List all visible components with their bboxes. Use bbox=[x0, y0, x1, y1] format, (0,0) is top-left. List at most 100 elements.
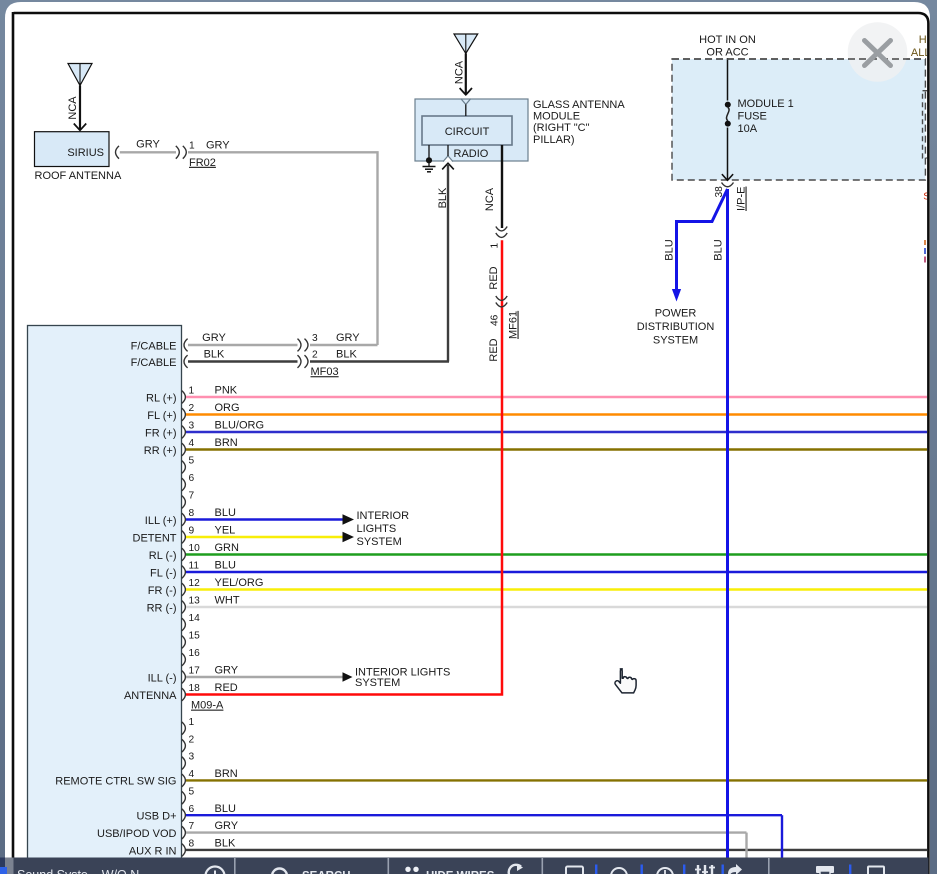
svg-text:GRY: GRY bbox=[215, 820, 239, 832]
svg-text:4: 4 bbox=[189, 438, 195, 449]
svg-text:10A: 10A bbox=[738, 123, 758, 135]
svg-text:GRY: GRY bbox=[202, 332, 226, 344]
svg-text:ILL (+): ILL (+) bbox=[145, 515, 177, 527]
svg-text:6: 6 bbox=[189, 804, 195, 815]
svg-text:NCA: NCA bbox=[484, 187, 496, 211]
svg-text:F/CABLE: F/CABLE bbox=[131, 357, 177, 369]
svg-text:NCA: NCA bbox=[67, 96, 79, 120]
svg-text:RR (-): RR (-) bbox=[147, 602, 177, 614]
svg-text:GRY: GRY bbox=[336, 332, 360, 344]
svg-text:LIGHTS: LIGHTS bbox=[357, 523, 397, 535]
svg-text:Sound Syste... W/O N...: Sound Syste... W/O N... bbox=[17, 868, 150, 874]
svg-text:SYSTEM: SYSTEM bbox=[357, 536, 402, 548]
svg-text:3: 3 bbox=[312, 333, 318, 344]
svg-text:YEL/ORG: YEL/ORG bbox=[215, 577, 264, 589]
svg-text:8: 8 bbox=[189, 508, 195, 519]
svg-text:(RIGHT "C": (RIGHT "C" bbox=[533, 122, 590, 134]
svg-text:GRY: GRY bbox=[136, 139, 160, 151]
svg-text:GRY: GRY bbox=[206, 140, 230, 152]
svg-text:USB/IPOD VOD: USB/IPOD VOD bbox=[97, 828, 177, 840]
svg-text:DISTRIBUTION: DISTRIBUTION bbox=[637, 321, 715, 333]
svg-text:8: 8 bbox=[189, 839, 195, 850]
svg-text:BLK: BLK bbox=[204, 348, 225, 360]
svg-text:YEL: YEL bbox=[215, 525, 236, 537]
svg-text:18: 18 bbox=[189, 683, 201, 694]
svg-text:5: 5 bbox=[189, 456, 195, 467]
svg-text:PILLAR): PILLAR) bbox=[533, 134, 575, 146]
svg-text:3: 3 bbox=[189, 752, 195, 763]
svg-text:2: 2 bbox=[312, 350, 318, 361]
svg-text:BLU: BLU bbox=[215, 560, 236, 572]
svg-text:ANTENNA: ANTENNA bbox=[124, 690, 177, 702]
svg-text:BRN: BRN bbox=[215, 768, 238, 780]
svg-text:NCA: NCA bbox=[453, 60, 465, 84]
svg-text:4: 4 bbox=[189, 769, 195, 780]
svg-text:BLU: BLU bbox=[664, 239, 676, 260]
svg-text:17: 17 bbox=[189, 666, 201, 677]
svg-text:DETENT: DETENT bbox=[133, 532, 177, 544]
svg-text:SYSTEM: SYSTEM bbox=[653, 335, 698, 347]
svg-text:CIRCUIT: CIRCUIT bbox=[445, 126, 490, 138]
svg-text:HOT IN ON: HOT IN ON bbox=[699, 34, 756, 46]
svg-text:FL (+): FL (+) bbox=[147, 410, 176, 422]
svg-text:2: 2 bbox=[189, 403, 195, 414]
svg-text:FR (-): FR (-) bbox=[148, 585, 177, 597]
svg-text:F/CABLE: F/CABLE bbox=[131, 340, 177, 352]
svg-text:3: 3 bbox=[189, 421, 195, 432]
svg-text:RED: RED bbox=[215, 682, 238, 694]
svg-text:AUX R IN: AUX R IN bbox=[129, 845, 177, 857]
svg-text:OR ACC: OR ACC bbox=[706, 47, 748, 59]
svg-text:MODULE: MODULE bbox=[533, 111, 580, 123]
svg-text:GRY: GRY bbox=[215, 665, 239, 677]
svg-text:SEARCH: SEARCH bbox=[302, 871, 351, 874]
svg-text:GLASS ANTENNA: GLASS ANTENNA bbox=[533, 99, 625, 111]
svg-text:BLU/ORG: BLU/ORG bbox=[215, 420, 265, 432]
svg-text:15: 15 bbox=[189, 631, 201, 642]
svg-text:FR02: FR02 bbox=[189, 157, 216, 169]
svg-text:BLK: BLK bbox=[336, 349, 357, 361]
svg-text:7: 7 bbox=[189, 821, 195, 832]
svg-text:USB D+: USB D+ bbox=[136, 811, 176, 823]
svg-text:M09-A: M09-A bbox=[191, 700, 224, 712]
svg-text:7: 7 bbox=[189, 491, 195, 502]
svg-text:BLU: BLU bbox=[713, 239, 725, 260]
svg-text:RED: RED bbox=[488, 266, 500, 289]
svg-text:WHT: WHT bbox=[215, 595, 240, 607]
svg-text:6: 6 bbox=[189, 473, 195, 484]
svg-text:13: 13 bbox=[189, 596, 201, 607]
svg-text:14: 14 bbox=[189, 613, 201, 624]
svg-text:RED: RED bbox=[488, 338, 500, 361]
svg-text:RL (-): RL (-) bbox=[149, 550, 177, 562]
svg-text:11: 11 bbox=[189, 561, 200, 572]
svg-text:5: 5 bbox=[189, 786, 195, 797]
svg-text:BLK: BLK bbox=[437, 187, 449, 208]
svg-text:HIDE WIRES: HIDE WIRES bbox=[426, 871, 495, 874]
svg-text:MF03: MF03 bbox=[311, 366, 339, 378]
svg-text:POWER: POWER bbox=[655, 308, 697, 320]
svg-text:FUSE: FUSE bbox=[738, 111, 767, 123]
svg-text:1: 1 bbox=[189, 141, 195, 152]
svg-text:10: 10 bbox=[189, 543, 201, 554]
svg-text:1: 1 bbox=[189, 386, 195, 397]
svg-text:FR (+): FR (+) bbox=[145, 427, 176, 439]
svg-text:RADIO: RADIO bbox=[454, 148, 489, 160]
svg-text:GRN: GRN bbox=[215, 542, 240, 554]
svg-text:MF61: MF61 bbox=[508, 311, 520, 339]
svg-text:BLK: BLK bbox=[215, 838, 236, 850]
svg-text:RR (+): RR (+) bbox=[144, 445, 177, 457]
svg-text:46: 46 bbox=[490, 314, 501, 326]
svg-text:RL (+): RL (+) bbox=[146, 392, 176, 404]
svg-text:1: 1 bbox=[189, 717, 195, 728]
svg-text:9: 9 bbox=[189, 526, 195, 537]
svg-text:MODULE 1: MODULE 1 bbox=[738, 98, 794, 110]
svg-text:SIRIUS: SIRIUS bbox=[67, 147, 104, 159]
svg-text:12: 12 bbox=[189, 578, 201, 589]
svg-text:2: 2 bbox=[189, 734, 195, 745]
svg-text:ROOF ANTENNA: ROOF ANTENNA bbox=[35, 170, 122, 182]
svg-text:ILL (-): ILL (-) bbox=[148, 672, 177, 684]
svg-text:REMOTE CTRL SW SIG: REMOTE CTRL SW SIG bbox=[55, 776, 176, 788]
svg-text:ORG: ORG bbox=[215, 402, 240, 414]
svg-text:INTERIOR: INTERIOR bbox=[357, 510, 410, 522]
svg-text:16: 16 bbox=[189, 648, 201, 659]
svg-text:BRN: BRN bbox=[215, 437, 238, 449]
